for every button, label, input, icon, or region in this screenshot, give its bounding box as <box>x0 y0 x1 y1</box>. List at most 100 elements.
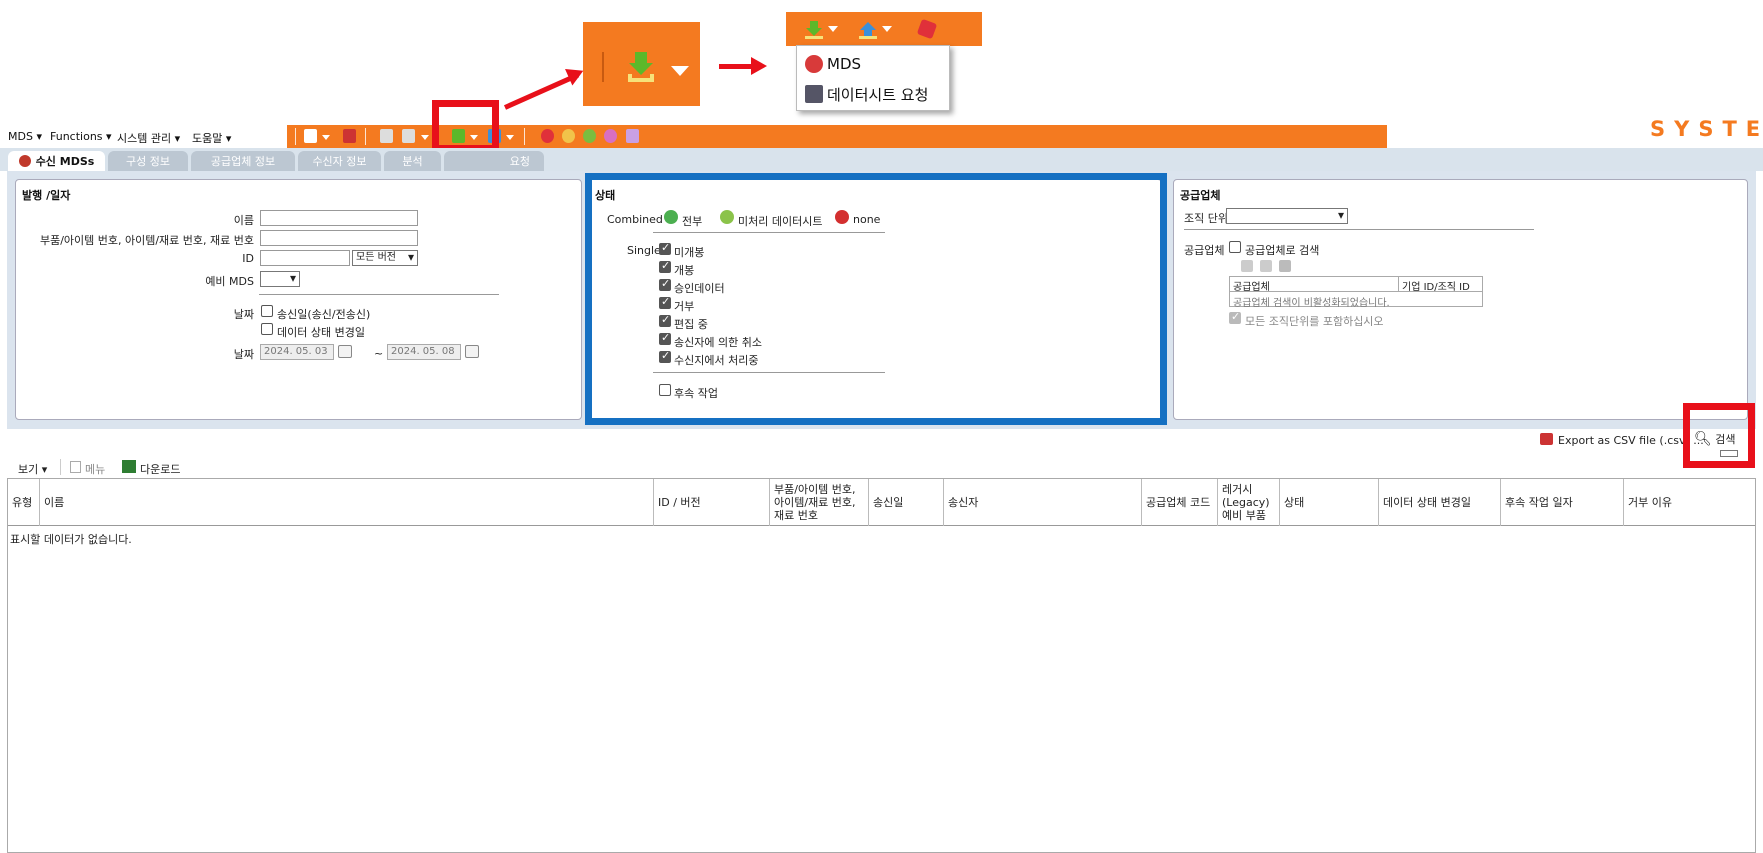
org-unit-select[interactable] <box>1226 208 1348 224</box>
include-all-units-checkbox[interactable] <box>1229 310 1241 324</box>
menu-functions[interactable]: Functions ▾ <box>50 130 112 143</box>
menu-item-datasheet-request[interactable]: 데이터시트 요청 <box>805 82 928 106</box>
search-by-supplier-option: 공급업체로 검색 <box>1245 244 1320 257</box>
tab-structure-info[interactable]: 구성 정보 <box>108 151 188 171</box>
id-input[interactable] <box>260 250 350 266</box>
tab-request[interactable]: 요청 <box>444 151 544 171</box>
tab-recipient-info[interactable]: 수신자 정보 <box>298 151 381 171</box>
column-header[interactable]: 부품/아이템 번호, 아이템/재료 번호, 재료 번호 <box>770 479 869 526</box>
download-button[interactable]: 다운로드 <box>140 461 180 477</box>
column-header[interactable]: 송신자 <box>944 479 1142 526</box>
name-label: 이름 <box>233 214 254 227</box>
supplier-label: 공급업체 <box>1184 244 1225 257</box>
tab-supplier-info[interactable]: 공급업체 정보 <box>191 151 295 171</box>
export-csv-link[interactable]: Export as CSV file (.csv) ... <box>1558 434 1704 447</box>
id-label: ID <box>242 252 254 265</box>
supplier-panel: 공급업체 조직 단위 공급업체 공급업체로 검색 공급업체 기업 ID/조직 I… <box>1173 179 1748 420</box>
column-header[interactable]: 거부 이유 <box>1624 479 1755 526</box>
menu-icon[interactable] <box>70 461 81 473</box>
chevron-down-icon[interactable] <box>506 135 514 140</box>
callout-arrow <box>503 72 580 110</box>
mds-icon <box>805 55 823 73</box>
send-date-option: 송신일(송신/전송신) <box>277 308 371 321</box>
column-header[interactable]: 상태 <box>1280 479 1379 526</box>
column-header[interactable]: 공급업체 <box>1233 278 1270 293</box>
save-icon[interactable] <box>343 129 356 143</box>
download-dropdown-menu: MDS 데이터시트 요청 <box>796 45 950 111</box>
spare-mds-label: 예비 MDS <box>205 275 254 288</box>
spare-mds-select[interactable] <box>260 271 300 287</box>
column-header[interactable]: 이름 <box>40 479 654 526</box>
zoomed-toolbar <box>786 12 982 46</box>
menu-toolbar: MDS ▾ Functions ▾ 시스템 관리 ▾ 도움말 ▾ <box>0 125 1763 273</box>
callout-arrow <box>719 64 753 69</box>
empty-table-message: 표시할 데이터가 없습니다. <box>10 533 132 546</box>
date-range-separator: ~ <box>374 347 384 360</box>
save-icon[interactable] <box>1279 260 1291 272</box>
highlight-download-button <box>432 100 499 152</box>
column-header[interactable]: 데이터 상태 변경일 <box>1379 479 1501 526</box>
menu-system-admin[interactable]: 시스템 관리 ▾ <box>117 130 180 146</box>
column-header[interactable]: 기업 ID/조직 ID <box>1402 278 1470 293</box>
chevron-down-icon[interactable] <box>322 135 330 140</box>
part-number-input[interactable] <box>260 230 418 246</box>
send-date-checkbox[interactable] <box>261 305 273 317</box>
search-criteria-area: 발행 /일자 이름 부품/아이템 번호, 아이템/재료 번호, 재료 번호 ID… <box>7 171 1756 429</box>
search-by-supplier-checkbox[interactable] <box>1229 241 1241 253</box>
view-menu[interactable]: 보기 ▾ <box>18 461 47 477</box>
edit-icon[interactable] <box>380 129 393 143</box>
csv-icon[interactable] <box>1540 433 1553 445</box>
column-header[interactable]: 후속 작업 일자 <box>1501 479 1624 526</box>
issue-date-panel: 발행 /일자 이름 부품/아이템 번호, 아이템/재료 번호, 재료 번호 ID… <box>15 179 582 420</box>
panel-title: 공급업체 <box>1180 189 1221 202</box>
column-header[interactable]: 레거시 (Legacy) 예비 부품 <box>1218 479 1280 526</box>
add-supplier-icon[interactable] <box>1241 260 1253 272</box>
chevron-down-icon[interactable] <box>421 135 429 140</box>
analysis-icon[interactable] <box>604 129 617 143</box>
panel-title: 발행 /일자 <box>22 189 71 202</box>
globe-icon[interactable] <box>562 129 575 143</box>
menu-mds[interactable]: MDS ▾ <box>8 130 42 143</box>
tree-icon[interactable] <box>583 129 596 143</box>
zoomed-download-button <box>583 22 700 106</box>
calendar-icon[interactable] <box>338 345 352 358</box>
chevron-down-icon <box>828 26 838 32</box>
tab-bar: 수신 MDSs 구성 정보 공급업체 정보 수신자 정보 분석 요청 <box>0 148 1763 171</box>
menu-item-mds[interactable]: MDS <box>805 52 861 76</box>
menu-help[interactable]: 도움말 ▾ <box>192 130 231 146</box>
org-unit-label: 조직 단위 <box>1184 212 1228 225</box>
results-table-header: 유형 이름 ID / 버전 부품/아이템 번호, 아이템/재료 번호, 재료 번… <box>8 479 1755 526</box>
version-select[interactable]: 모든 버전 <box>352 250 418 266</box>
supplier-disabled-message: 공급업체 검색이 비활성화되었습니다. <box>1233 298 1390 309</box>
download-icon <box>628 52 654 82</box>
column-header[interactable]: 공급업체 코드 <box>1142 479 1218 526</box>
remove-supplier-icon[interactable] <box>1260 260 1272 272</box>
column-header[interactable]: ID / 버전 <box>654 479 770 526</box>
tab-analysis[interactable]: 분석 <box>384 151 441 171</box>
download-icon <box>805 21 823 39</box>
name-input[interactable] <box>260 210 418 226</box>
new-icon[interactable] <box>304 129 317 143</box>
flask-icon[interactable] <box>626 129 639 143</box>
column-header[interactable]: 송신일 <box>869 479 944 526</box>
tab-received-mds[interactable]: 수신 MDSs <box>8 151 105 171</box>
date-type-label: 날짜 <box>233 308 254 321</box>
highlight-status-panel <box>585 173 1167 425</box>
highlight-search-button <box>1683 403 1755 468</box>
calendar-icon[interactable] <box>465 345 479 358</box>
datasheet-icon <box>805 85 823 103</box>
status-change-date-checkbox[interactable] <box>261 323 273 335</box>
callout-arrow-head <box>751 57 767 75</box>
menu-button[interactable]: 메뉴 <box>85 461 105 477</box>
include-all-units-option: 모든 조직단위를 포함하십시오 <box>1245 315 1384 328</box>
divider <box>1184 229 1534 230</box>
date-from-input[interactable]: 2024. 05. 03 <box>260 344 334 360</box>
cube-icon[interactable] <box>541 129 554 143</box>
copy-icon[interactable] <box>402 129 415 143</box>
excel-icon[interactable] <box>122 460 136 473</box>
zoomed-download-menu: MDS 데이터시트 요청 <box>786 12 982 112</box>
date-to-input[interactable]: 2024. 05. 08 <box>387 344 461 360</box>
column-header[interactable]: 유형 <box>8 479 40 526</box>
cube-icon <box>916 18 938 40</box>
upload-icon <box>859 22 877 39</box>
